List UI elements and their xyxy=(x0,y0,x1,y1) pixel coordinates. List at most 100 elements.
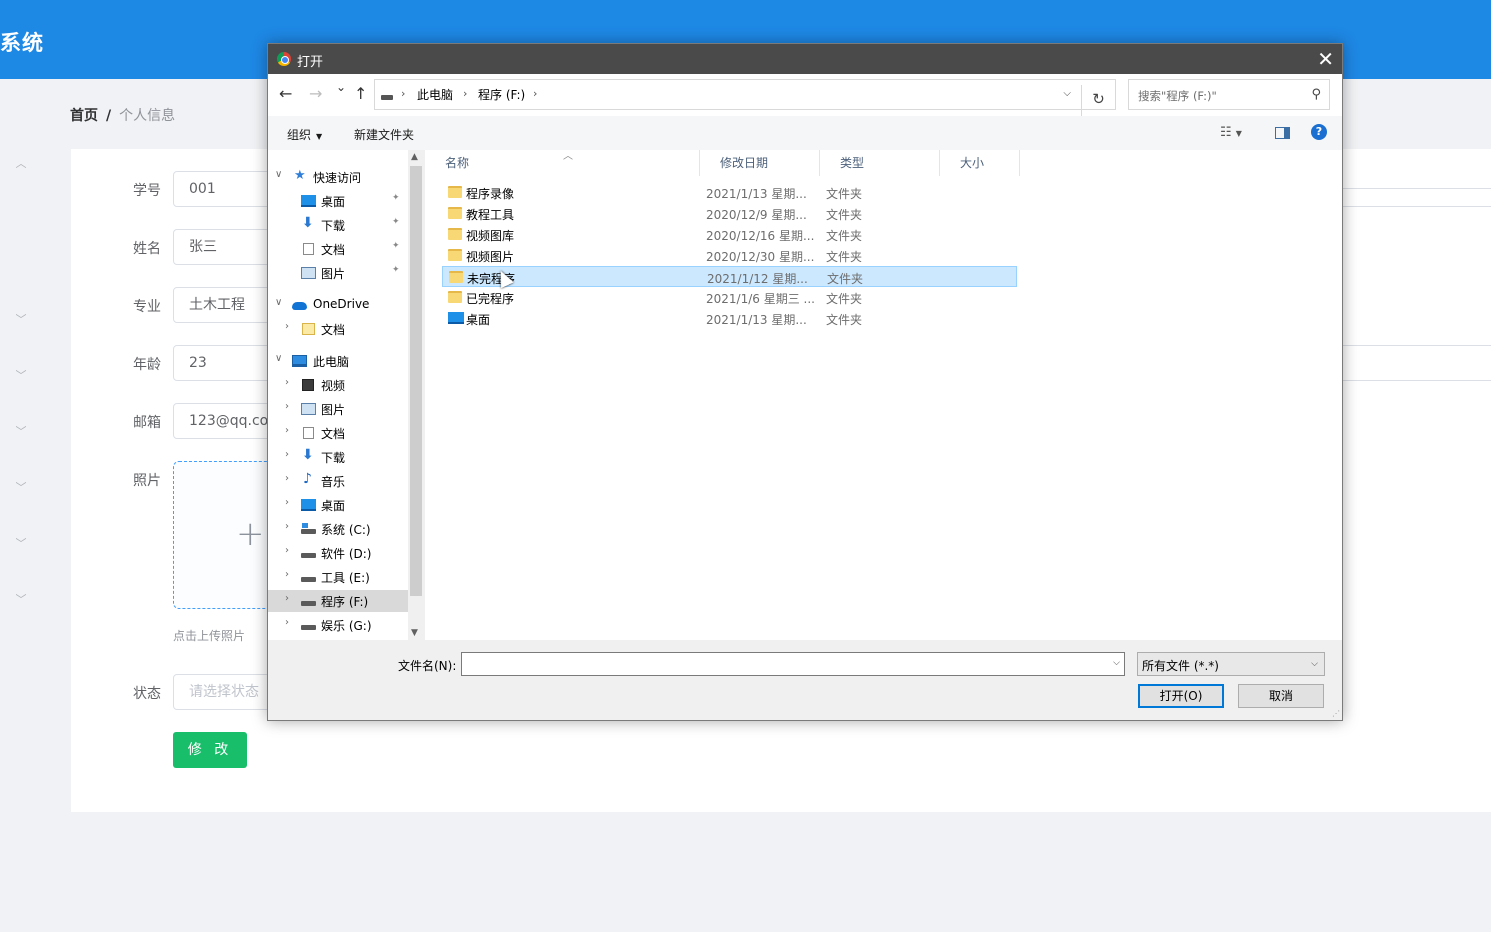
file-row[interactable]: 已完程序 2021/1/6 星期三 ... 文件夹 xyxy=(442,287,1017,308)
up-arrow-icon[interactable]: ↑ xyxy=(354,84,367,103)
chevron-right-icon[interactable]: › xyxy=(285,545,289,556)
modify-button[interactable]: 修 改 xyxy=(173,732,247,768)
input-edge xyxy=(1342,380,1491,381)
file-row[interactable]: 教程工具 2020/12/9 星期... 文件夹 xyxy=(442,203,1017,224)
cloud-icon xyxy=(292,302,307,310)
chevron-right-icon[interactable]: › xyxy=(285,521,289,532)
scroll-up-arrow-icon[interactable]: ▲ xyxy=(411,152,418,162)
file-row[interactable]: 桌面 2021/1/13 星期... 文件夹 xyxy=(442,308,1017,329)
chevron-right-icon[interactable]: › xyxy=(285,569,289,580)
desktop-icon xyxy=(448,312,464,324)
expand-chevron-icon[interactable]: ∨ xyxy=(275,353,282,364)
sidebar-chevron-up-icon[interactable]: ︿ xyxy=(14,155,28,171)
filetype-value: 所有文件 (*.*) xyxy=(1142,659,1219,673)
filename-input[interactable]: ⌵ xyxy=(461,652,1125,676)
organize-menu[interactable]: 组织 ▼ xyxy=(287,126,322,143)
forward-arrow-icon[interactable]: → xyxy=(309,84,322,103)
column-header-size[interactable]: 大小 xyxy=(940,150,1020,176)
tree-item-videos[interactable]: › 视频 xyxy=(268,374,408,396)
pin-icon[interactable]: ✦ xyxy=(392,193,400,203)
sidebar-chevron-down-icon[interactable]: ﹀ xyxy=(14,591,28,607)
chevron-right-icon[interactable]: › xyxy=(285,617,289,628)
chevron-right-icon[interactable]: › xyxy=(285,593,289,604)
help-icon[interactable]: ? xyxy=(1311,124,1327,140)
tree-item-drive-f[interactable]: › 程序 (F:) xyxy=(268,590,408,612)
tree-item-desktop[interactable]: › 桌面 xyxy=(268,494,408,516)
file-row[interactable]: 视频图库 2020/12/16 星期... 文件夹 xyxy=(442,224,1017,245)
tree-item-documents[interactable]: 文档 ✦ xyxy=(268,238,408,260)
address-segment-this-pc[interactable]: 此电脑 xyxy=(417,86,453,103)
sidebar-chevron-down-icon[interactable]: ﹀ xyxy=(14,367,28,383)
sidebar-chevron-down-icon[interactable]: ﹀ xyxy=(14,311,28,327)
file-row[interactable]: 视频图片 2020/12/30 星期... 文件夹 xyxy=(442,245,1017,266)
tree-item-music[interactable]: › ♪ 音乐 xyxy=(268,470,408,492)
chevron-right-icon[interactable]: › xyxy=(285,377,289,388)
tree-item-downloads[interactable]: › ⬇ 下载 xyxy=(268,446,408,468)
folder-icon xyxy=(448,207,462,219)
pin-icon[interactable]: ✦ xyxy=(392,241,400,251)
download-icon: ⬇ xyxy=(302,447,314,463)
open-button[interactable]: 打开(O) xyxy=(1138,684,1224,708)
chevron-right-icon[interactable]: › xyxy=(285,497,289,508)
address-segment-drive-f[interactable]: 程序 (F:) xyxy=(478,86,525,103)
tree-item-onedrive-documents[interactable]: › 文档 xyxy=(268,318,408,340)
tree-item-pictures[interactable]: 图片 ✦ xyxy=(268,262,408,284)
search-box[interactable]: 搜索"程序 (F:)" ⚲ xyxy=(1128,79,1330,110)
back-arrow-icon[interactable]: ← xyxy=(279,84,292,103)
file-date: 2021/1/12 星期... xyxy=(707,272,808,286)
recent-locations-chevron-icon[interactable]: ⌄ xyxy=(336,80,346,94)
search-icon[interactable]: ⚲ xyxy=(1311,87,1321,102)
breadcrumb-home[interactable]: 首页 xyxy=(70,108,98,124)
column-header-date[interactable]: 修改日期 xyxy=(700,150,820,176)
chevron-right-icon[interactable]: › xyxy=(285,449,289,460)
tree-item-this-pc[interactable]: ∨ 此电脑 xyxy=(268,350,408,372)
sidebar-chevron-down-icon[interactable]: ﹀ xyxy=(14,479,28,495)
tree-item-downloads[interactable]: ⬇ 下载 ✦ xyxy=(268,214,408,236)
tree-item-desktop[interactable]: 桌面 ✦ xyxy=(268,190,408,212)
chevron-right-icon[interactable]: › xyxy=(285,401,289,412)
chevron-right-icon[interactable]: › xyxy=(285,321,289,332)
sort-ascending-icon: ︿ xyxy=(563,151,573,162)
tree-item-pictures[interactable]: › 图片 xyxy=(268,398,408,420)
tree-item-documents[interactable]: › 文档 xyxy=(268,422,408,444)
tree-item-drive-d[interactable]: › 软件 (D:) xyxy=(268,542,408,564)
refresh-icon[interactable]: ↻ xyxy=(1081,85,1115,116)
file-list-pane: 名称 ︿ 修改日期 类型 大小 程序录像 2021/1/13 星期... 文件夹… xyxy=(425,150,1342,640)
cancel-button[interactable]: 取消 xyxy=(1238,684,1324,708)
expand-chevron-icon[interactable]: ∨ xyxy=(275,297,282,308)
file-date: 2020/12/30 星期... xyxy=(706,250,815,264)
tree-item-quick-access[interactable]: ∨ ★ 快速访问 xyxy=(268,166,408,188)
dialog-titlebar[interactable]: 打开 ✕ xyxy=(268,44,1342,74)
file-row-selected[interactable]: 未完程序 2021/1/12 星期... 文件夹 xyxy=(442,266,1017,287)
status-label: 状态 xyxy=(133,686,161,702)
chevron-down-icon[interactable]: ⌵ xyxy=(1063,88,1071,99)
close-icon[interactable]: ✕ xyxy=(1317,47,1334,71)
scroll-down-arrow-icon[interactable]: ▼ xyxy=(411,628,418,638)
sidebar-chevron-down-icon[interactable]: ﹀ xyxy=(14,535,28,551)
tree-item-label: 桌面 xyxy=(321,499,346,513)
resize-grip-icon[interactable]: ⋰ xyxy=(1332,709,1340,718)
tree-item-drive-g[interactable]: › 娱乐 (G:) xyxy=(268,614,408,636)
pin-icon[interactable]: ✦ xyxy=(392,217,400,227)
tree-item-drive-e[interactable]: › 工具 (E:) xyxy=(268,566,408,588)
chevron-right-icon[interactable]: › xyxy=(285,425,289,436)
sidebar-chevron-down-icon[interactable]: ﹀ xyxy=(14,423,28,439)
tree-item-onedrive[interactable]: ∨ OneDrive xyxy=(268,294,408,316)
dialog-title: 打开 xyxy=(297,55,324,70)
pin-icon[interactable]: ✦ xyxy=(392,265,400,275)
file-row[interactable]: 程序录像 2021/1/13 星期... 文件夹 xyxy=(442,182,1017,203)
tree-item-drive-c[interactable]: › 系统 (C:) xyxy=(268,518,408,540)
expand-chevron-icon[interactable]: ∨ xyxy=(275,169,282,180)
folder-icon xyxy=(448,249,462,261)
new-folder-button[interactable]: 新建文件夹 xyxy=(354,126,414,143)
address-bar[interactable]: › 此电脑 › 程序 (F:) › ⌵ ↻ xyxy=(374,79,1116,116)
column-header-name[interactable]: 名称 ︿ xyxy=(425,150,700,176)
column-header-type[interactable]: 类型 xyxy=(820,150,940,176)
navigation-scrollbar[interactable]: ▲ ▼ xyxy=(408,150,425,640)
filetype-select[interactable]: 所有文件 (*.*) ⌵ xyxy=(1137,652,1325,676)
chevron-down-icon[interactable]: ⌵ xyxy=(1113,658,1120,668)
chevron-right-icon[interactable]: › xyxy=(285,473,289,484)
preview-pane-icon[interactable] xyxy=(1275,127,1290,139)
scrollbar-thumb[interactable] xyxy=(410,166,422,596)
view-options-icon[interactable]: ☷ ▼ xyxy=(1220,125,1242,140)
